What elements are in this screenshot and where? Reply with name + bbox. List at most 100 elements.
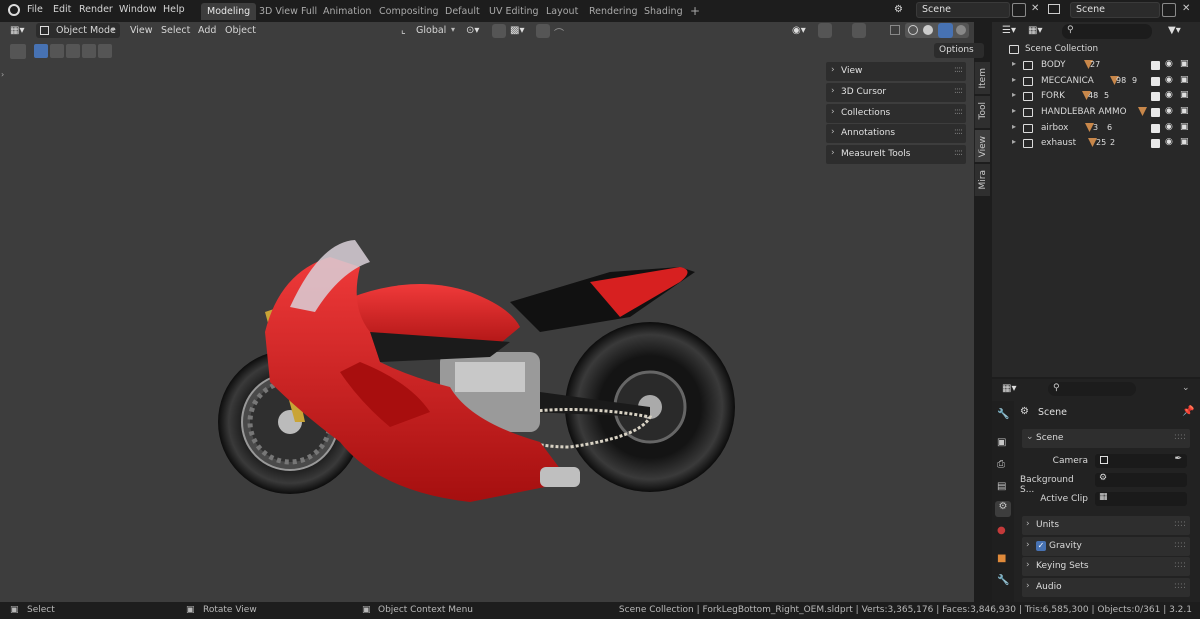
- exclude-checkbox[interactable]: [1151, 124, 1160, 133]
- outliner-row-body[interactable]: ▸ BODY 27 ◉ ▣: [992, 58, 1200, 73]
- drag-grip-icon[interactable]: ::::: [954, 65, 963, 75]
- expand-arrow-icon[interactable]: ▸: [1012, 75, 1016, 84]
- outliner-row-airbox[interactable]: ▸ airbox 3 6 ◉ ▣: [992, 121, 1200, 136]
- tab-tool[interactable]: Tool: [974, 96, 990, 128]
- view-layer-icon[interactable]: [1048, 4, 1060, 14]
- drag-grip-icon[interactable]: ::::: [954, 148, 963, 158]
- menu-view[interactable]: View: [130, 25, 153, 36]
- panel-gravity[interactable]: › ✓ Gravity ::::: [1022, 537, 1190, 556]
- proportional-edit-icon[interactable]: [536, 24, 550, 38]
- drag-grip-icon[interactable]: ::::: [1174, 519, 1186, 529]
- menu-help[interactable]: Help: [163, 4, 185, 15]
- menu-object[interactable]: Object: [225, 25, 256, 36]
- tab-view[interactable]: View: [974, 130, 990, 162]
- exclude-checkbox[interactable]: [1151, 77, 1160, 86]
- drag-grip-icon[interactable]: ::::: [954, 127, 963, 137]
- outliner-row-handlebar-ammo[interactable]: ▸ HANDLEBAR AMMO ◉ ▣: [992, 105, 1200, 120]
- overlays-icon[interactable]: [852, 23, 866, 38]
- motorcycle-model[interactable]: [210, 212, 740, 512]
- pin-icon[interactable]: 📌: [1182, 406, 1194, 417]
- camera-icon[interactable]: ▣: [1180, 75, 1189, 85]
- drag-grip-icon[interactable]: ::::: [954, 107, 963, 117]
- menu-edit[interactable]: Edit: [53, 4, 71, 15]
- tool-tab-icon[interactable]: 🔧: [997, 409, 1009, 420]
- camera-icon[interactable]: ▣: [1180, 59, 1189, 69]
- gizmo-toggle-icon[interactable]: [818, 23, 832, 38]
- tab-animation[interactable]: Animation: [317, 3, 377, 20]
- scene-icon[interactable]: ⚙: [894, 4, 903, 15]
- view-layer-tab-icon[interactable]: ▤: [997, 481, 1008, 492]
- eye-icon[interactable]: ◉: [1165, 75, 1173, 85]
- tab-modeling[interactable]: Modeling: [201, 3, 257, 20]
- pivot-point-icon[interactable]: ⊙▾: [466, 25, 479, 36]
- select-subtract-icon[interactable]: [66, 44, 80, 58]
- expand-arrow-icon[interactable]: ▸: [1012, 106, 1016, 115]
- object-tab-icon[interactable]: ■: [997, 553, 1008, 564]
- tab-uv-editing[interactable]: UV Editing: [483, 3, 545, 20]
- properties-search-input[interactable]: ⚲: [1048, 382, 1136, 396]
- exclude-checkbox[interactable]: [1151, 92, 1160, 101]
- outliner-row-fork[interactable]: ▸ FORK 48 5 ◉ ▣: [992, 89, 1200, 104]
- drag-grip-icon[interactable]: ::::: [1174, 560, 1186, 570]
- eye-icon[interactable]: ◉: [1165, 59, 1173, 69]
- drag-grip-icon[interactable]: ::::: [1174, 540, 1186, 550]
- exclude-checkbox[interactable]: [1151, 61, 1160, 70]
- toolbar-expand-icon[interactable]: ›: [1, 70, 4, 79]
- eye-icon[interactable]: ◉: [1165, 137, 1173, 147]
- transform-orientation-dropdown[interactable]: Global: [416, 25, 446, 36]
- panel-units[interactable]: › Units ::::: [1022, 516, 1190, 535]
- display-mode-icon[interactable]: ▦▾: [1028, 25, 1042, 36]
- tab-3d-view-full[interactable]: 3D View Full: [253, 3, 323, 20]
- solid-shading-icon[interactable]: [923, 25, 933, 35]
- npanel-3d-cursor[interactable]: › 3D Cursor ::::: [826, 83, 966, 102]
- npanel-annotations[interactable]: › Annotations ::::: [826, 124, 966, 143]
- drag-grip-icon[interactable]: ::::: [954, 86, 963, 96]
- camera-icon[interactable]: ▣: [1180, 137, 1189, 147]
- camera-field[interactable]: ✒: [1095, 454, 1187, 468]
- expand-arrow-icon[interactable]: ▸: [1012, 137, 1016, 146]
- wireframe-shading-icon[interactable]: [908, 25, 918, 35]
- menu-render[interactable]: Render: [79, 4, 113, 15]
- tab-default[interactable]: Default: [439, 3, 486, 20]
- new-view-layer-icon[interactable]: [1162, 3, 1176, 17]
- active-clip-field[interactable]: ▦: [1095, 492, 1187, 506]
- panel-scene[interactable]: ⌄ Scene ::::: [1022, 429, 1190, 448]
- camera-icon[interactable]: ▣: [1180, 106, 1189, 116]
- drag-grip-icon[interactable]: ::::: [1174, 432, 1186, 442]
- 3d-viewport[interactable]: ▦▾ Object Mode ▾ View Select Add Object …: [0, 22, 984, 602]
- xray-icon[interactable]: [890, 25, 900, 35]
- panel-audio[interactable]: › Audio ::::: [1022, 578, 1190, 597]
- outliner-root[interactable]: Scene Collection: [992, 42, 1200, 57]
- eyedropper-icon[interactable]: ✒: [1174, 454, 1182, 464]
- render-tab-icon[interactable]: ▣: [997, 437, 1008, 448]
- select-invert-icon[interactable]: [82, 44, 96, 58]
- editor-type-icon[interactable]: ▦▾: [10, 25, 24, 36]
- eye-icon[interactable]: ◉: [1165, 106, 1173, 116]
- gravity-checkbox[interactable]: ✓: [1036, 541, 1046, 551]
- add-workspace-button[interactable]: +: [684, 3, 706, 20]
- camera-icon[interactable]: ▣: [1180, 90, 1189, 100]
- npanel-collections[interactable]: › Collections ::::: [826, 104, 966, 123]
- snap-target-icon[interactable]: ▩▾: [510, 25, 524, 36]
- tab-item[interactable]: Item: [974, 62, 990, 94]
- outliner-editor-type-icon[interactable]: ☰▾: [1002, 25, 1016, 36]
- expand-arrow-icon[interactable]: ▸: [1012, 59, 1016, 68]
- npanel-measureit-tools[interactable]: › MeasureIt Tools ::::: [826, 145, 966, 164]
- visibility-icon[interactable]: ◉▾: [792, 25, 806, 36]
- eye-icon[interactable]: ◉: [1165, 122, 1173, 132]
- select-extend-icon[interactable]: [50, 44, 64, 58]
- new-scene-icon[interactable]: [1012, 3, 1026, 17]
- view-layer-selector[interactable]: Scene: [1070, 2, 1160, 18]
- menu-file[interactable]: File: [27, 4, 43, 15]
- tab-mira[interactable]: Mira: [974, 164, 990, 196]
- scene-selector[interactable]: Scene: [916, 2, 1010, 18]
- select-new-icon[interactable]: [34, 44, 48, 58]
- falloff-icon[interactable]: ⌒: [554, 25, 564, 40]
- output-tab-icon[interactable]: ⎙: [997, 459, 1008, 470]
- background-scene-field[interactable]: ⚙: [1095, 473, 1187, 487]
- chevron-down-icon[interactable]: ⌄: [1182, 383, 1190, 393]
- rendered-shading-icon[interactable]: [956, 25, 966, 35]
- menu-add[interactable]: Add: [198, 25, 216, 36]
- filter-icon[interactable]: ▼▾: [1168, 25, 1181, 36]
- blender-logo-icon[interactable]: [8, 4, 20, 16]
